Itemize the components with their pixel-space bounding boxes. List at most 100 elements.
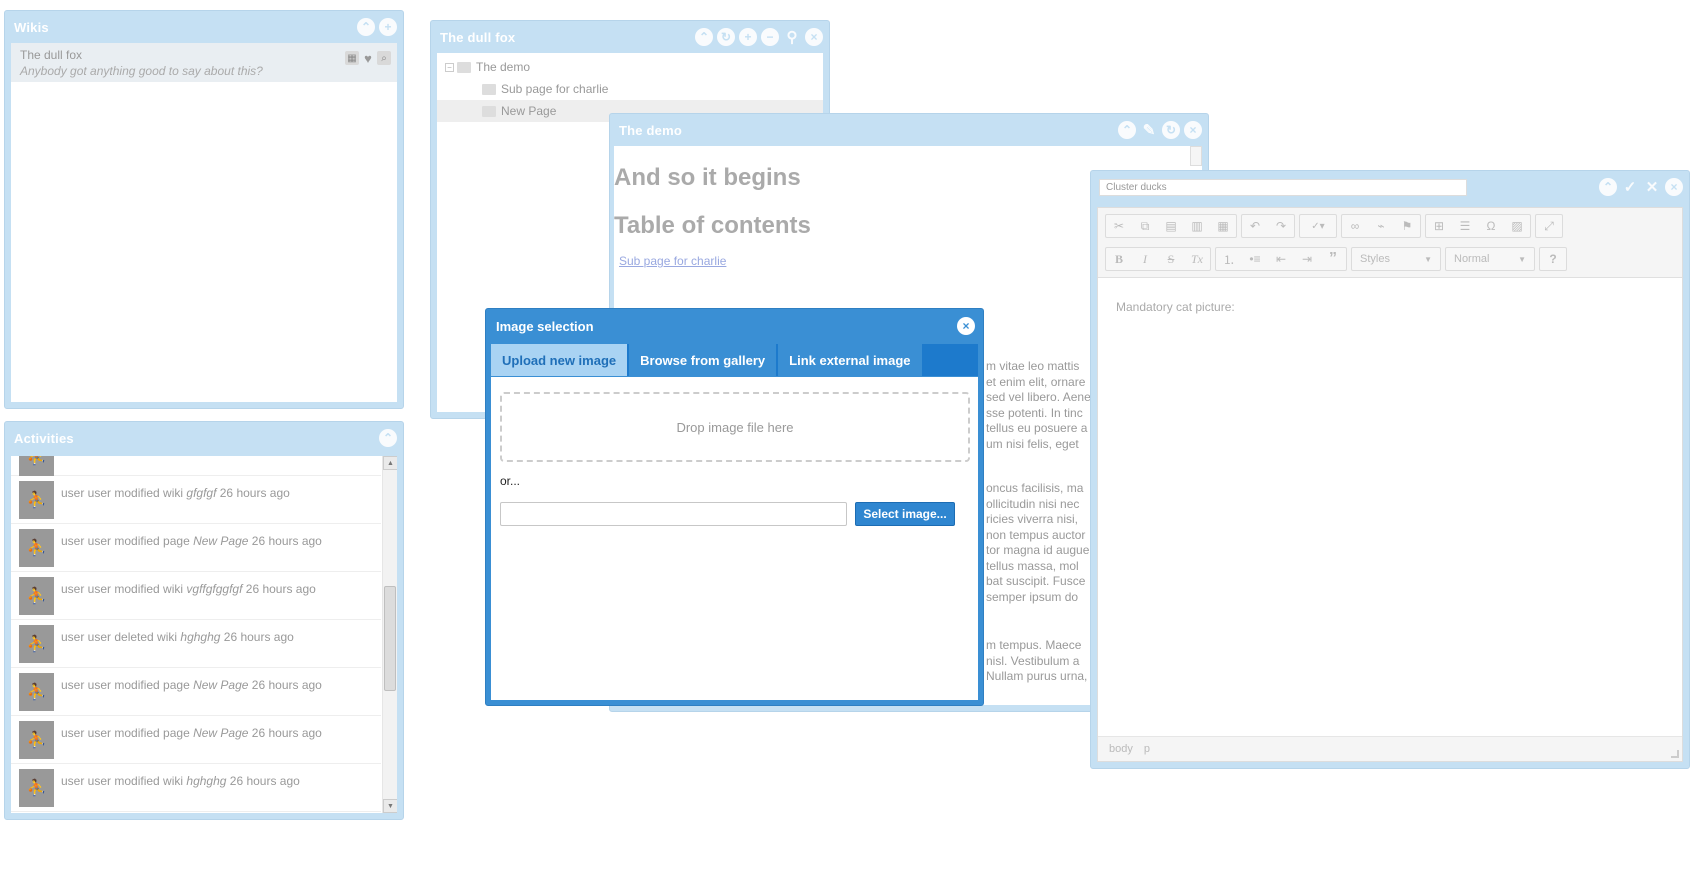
doc-paragraph: m vitae leo mattis et enim elit, ornare … xyxy=(986,359,1091,451)
search-icon[interactable]: ⌕ xyxy=(377,51,391,65)
cut-icon[interactable]: ✂ xyxy=(1106,215,1132,237)
collapse-icon[interactable]: ⌃ xyxy=(695,28,713,46)
activity-target[interactable]: hghghg xyxy=(180,630,220,644)
close-icon[interactable]: × xyxy=(1665,178,1683,196)
scroll-down-icon[interactable]: ▼ xyxy=(383,799,397,813)
image-icon[interactable]: ▨ xyxy=(1504,215,1530,237)
refresh-icon[interactable]: ↻ xyxy=(717,28,735,46)
activity-text: user user modified wiki xyxy=(61,774,187,788)
path-element[interactable]: p xyxy=(1144,743,1150,755)
wiki-item[interactable]: The dull fox Anybody got anything good t… xyxy=(11,43,397,82)
scroll-thumb[interactable] xyxy=(384,586,396,691)
unlink-icon[interactable]: ⌁ xyxy=(1368,215,1394,237)
collapse-icon[interactable]: ⌃ xyxy=(1599,178,1617,196)
remove-icon[interactable]: − xyxy=(761,28,779,46)
close-icon[interactable]: × xyxy=(805,28,823,46)
tree-titlebar[interactable]: The dull fox ⌃ ↻ + − ⚲ × xyxy=(431,21,829,53)
calendar-icon[interactable]: ▦ xyxy=(345,51,359,65)
path-element[interactable]: body xyxy=(1109,743,1133,755)
activities-titlebar[interactable]: Activities ⌃ xyxy=(5,422,403,454)
image-dropzone[interactable]: Drop image file here xyxy=(500,392,970,462)
folder-icon xyxy=(482,83,496,95)
list-item[interactable]: ⛹ user user modified wiki hghghg 26 hour… xyxy=(11,764,381,812)
undo-icon[interactable]: ↶ xyxy=(1242,215,1268,237)
tab-upload[interactable]: Upload new image xyxy=(491,344,630,376)
page-name-input[interactable] xyxy=(1099,179,1467,196)
paste-icon[interactable]: ▤ xyxy=(1158,215,1184,237)
activity-time: 26 hours ago xyxy=(248,726,322,740)
format-select[interactable]: Normal ▼ xyxy=(1445,247,1535,271)
avatar: ⛹ xyxy=(19,529,54,567)
collapse-icon[interactable]: ⌃ xyxy=(357,18,375,36)
numbered-list-icon[interactable]: ⒈ xyxy=(1216,248,1242,270)
link-icon[interactable]: ∞ xyxy=(1342,215,1368,237)
italic-icon[interactable]: I xyxy=(1132,248,1158,270)
close-icon[interactable]: × xyxy=(1184,121,1202,139)
strikethrough-icon[interactable]: S xyxy=(1158,248,1184,270)
collapse-icon[interactable]: ⌃ xyxy=(379,429,397,447)
styles-select[interactable]: Styles ▼ xyxy=(1351,247,1441,271)
refresh-icon[interactable]: ↻ xyxy=(1162,121,1180,139)
heart-icon[interactable]: ♥ xyxy=(361,51,375,66)
cancel-icon[interactable]: ✕ xyxy=(1643,178,1661,196)
demo-scrollbar[interactable] xyxy=(1190,146,1202,166)
copy-icon[interactable]: ⧉ xyxy=(1132,215,1158,237)
blockquote-icon[interactable]: ” xyxy=(1320,248,1346,270)
activities-scrollbar[interactable]: ▲ ▼ xyxy=(382,456,397,813)
tab-external[interactable]: Link external image xyxy=(778,344,924,376)
or-label: or... xyxy=(500,474,521,488)
save-check-icon[interactable]: ✓ xyxy=(1621,178,1639,196)
maximize-icon[interactable]: ⤢ xyxy=(1536,215,1562,237)
indent-icon[interactable]: ⇥ xyxy=(1294,248,1320,270)
help-icon[interactable]: ? xyxy=(1540,248,1566,270)
toc-link[interactable]: Sub page for charlie xyxy=(619,254,726,268)
tree-item[interactable]: Sub page for charlie xyxy=(437,78,823,100)
demo-titlebar[interactable]: The demo ⌃ ✎ ↻ × xyxy=(610,114,1208,146)
editor-titlebar[interactable]: ⌃ ✓ ✕ × xyxy=(1091,171,1689,203)
activity-target[interactable]: gfgfgf xyxy=(186,486,216,500)
bullet-list-icon[interactable]: •≡ xyxy=(1242,248,1268,270)
file-path-input[interactable] xyxy=(500,502,847,526)
spellcheck-icon[interactable]: ✓▾ xyxy=(1300,215,1336,237)
close-icon[interactable]: × xyxy=(957,317,975,335)
pin-icon[interactable]: ⚲ xyxy=(783,28,801,46)
tab-gallery[interactable]: Browse from gallery xyxy=(629,344,779,376)
edit-icon[interactable]: ✎ xyxy=(1140,121,1158,139)
outdent-icon[interactable]: ⇤ xyxy=(1268,248,1294,270)
bold-icon[interactable]: B xyxy=(1106,248,1132,270)
activities-window: Activities ⌃ ⛹ ⛹ user user modified wiki… xyxy=(4,421,404,820)
tree-root[interactable]: − The demo xyxy=(437,56,823,78)
activity-target[interactable]: New Page xyxy=(193,534,248,548)
list-item[interactable]: ⛹ user user modified wiki vgffgfggfgf 26… xyxy=(11,572,381,620)
select-image-button[interactable]: Select image... xyxy=(855,502,955,526)
collapse-icon[interactable]: ⌃ xyxy=(1118,121,1136,139)
list-item[interactable]: ⛹ user user modified page New Page 26 ho… xyxy=(11,668,381,716)
anchor-flag-icon[interactable]: ⚑ xyxy=(1394,215,1420,237)
activity-target[interactable]: New Page xyxy=(193,678,248,692)
add-icon[interactable]: + xyxy=(379,18,397,36)
folder-icon xyxy=(482,105,496,117)
paste-text-icon[interactable]: ▥ xyxy=(1184,215,1210,237)
activity-time: 26 hours ago xyxy=(248,678,322,692)
activity-target[interactable]: vgffgfggfgf xyxy=(186,582,242,596)
paste-word-icon[interactable]: ▦ xyxy=(1210,215,1236,237)
expander-icon[interactable]: − xyxy=(445,62,454,72)
editor-content[interactable]: Mandatory cat picture: xyxy=(1098,278,1682,736)
list-item[interactable]: ⛹ user user modified wiki gfgfgf 26 hour… xyxy=(11,476,381,524)
editor-body: ✂ ⧉ ▤ ▥ ▦ ↶ ↷ ✓▾ ∞ ⌁ ⚑ ⊞ ☰ Ω ▨ ⤢ B I S T… xyxy=(1097,207,1683,762)
add-icon[interactable]: + xyxy=(739,28,757,46)
activity-target[interactable]: New Page xyxy=(193,726,248,740)
tree-root-label: The demo xyxy=(476,60,531,74)
table-icon[interactable]: ⊞ xyxy=(1426,215,1452,237)
list-item[interactable]: ⛹ user user modified page New Page 26 ho… xyxy=(11,524,381,572)
resize-handle[interactable] xyxy=(1671,750,1679,758)
wikis-titlebar[interactable]: Wikis ⌃ + xyxy=(5,11,403,43)
list-item[interactable]: ⛹ user user modified page New Page 26 ho… xyxy=(11,716,381,764)
redo-icon[interactable]: ↷ xyxy=(1268,215,1294,237)
remove-format-icon[interactable]: Tx xyxy=(1184,248,1210,270)
list-item[interactable]: ⛹ user user deleted wiki hghghg 26 hours… xyxy=(11,620,381,668)
activity-target[interactable]: hghghg xyxy=(186,774,226,788)
special-char-icon[interactable]: Ω xyxy=(1478,215,1504,237)
scroll-up-icon[interactable]: ▲ xyxy=(383,456,397,470)
horizontal-rule-icon[interactable]: ☰ xyxy=(1452,215,1478,237)
